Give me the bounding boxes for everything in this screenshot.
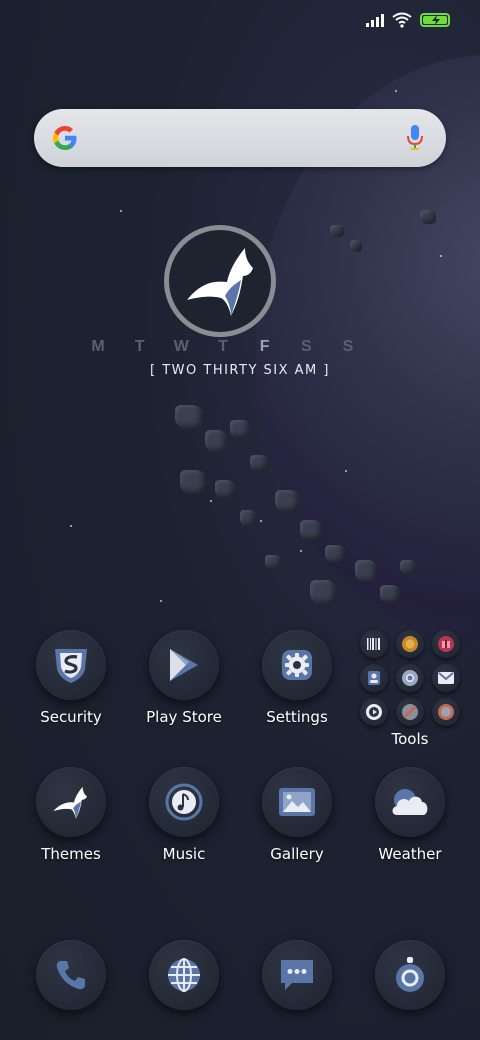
app-weather[interactable]: Weather [355,767,465,863]
app-music[interactable]: Music [129,767,239,863]
contacts-icon [360,664,388,692]
gift-icon [432,630,460,658]
status-bar [366,12,450,28]
mic-icon[interactable] [406,124,424,152]
app-settings[interactable]: Settings [242,630,352,726]
app-label: Themes [41,845,101,863]
app-icon [432,698,460,726]
music-icon [149,767,219,837]
dock-browser[interactable] [129,940,239,1010]
app-label: Security [40,708,102,726]
day-label: S [300,338,312,355]
gallery-icon [262,767,332,837]
gmail-icon [432,664,460,692]
app-label: Settings [266,708,328,726]
wifi-icon [392,12,412,28]
dock-camera[interactable] [355,940,465,1010]
app-label: Play Store [146,708,222,726]
day-label: T [134,338,145,355]
day-label-today: F [259,338,270,355]
play-icon [360,698,388,726]
chrome-icon [396,664,424,692]
app-play-store[interactable]: Play Store [129,630,239,726]
day-label: T [218,338,228,355]
dock-messages[interactable] [242,940,352,1010]
camera-icon [375,940,445,1010]
signal-icon [366,13,384,27]
cloud-icon [375,767,445,837]
app-security[interactable]: Security [16,630,126,726]
play-store-icon [149,630,219,700]
folder-label: Tools [391,730,429,748]
day-label: W [173,338,189,355]
google-search-bar[interactable] [34,109,446,167]
day-label: M [91,338,105,355]
globe-icon [149,940,219,1010]
coin-icon [396,630,424,658]
message-icon [262,940,332,1010]
app-label: Gallery [270,845,324,863]
dock-phone[interactable] [16,940,126,1010]
tools-folder[interactable]: Tools [360,630,460,748]
barcode-icon [360,630,388,658]
google-g-icon [53,126,77,150]
wolf-icon [36,767,106,837]
app-themes[interactable]: Themes [16,767,126,863]
app-gallery[interactable]: Gallery [242,767,352,863]
time-text: [ TWO THIRTY SIX AM ] [150,363,330,378]
wolf-icon[interactable] [164,225,276,337]
app-label: Weather [378,845,442,863]
gear-icon [262,630,332,700]
weekday-row: M T W T F S S [88,338,358,356]
phone-icon [36,940,106,1010]
app-icon [396,698,424,726]
battery-charging-icon [420,13,450,27]
day-label: S [342,338,354,355]
shield-icon [36,630,106,700]
app-label: Music [162,845,206,863]
